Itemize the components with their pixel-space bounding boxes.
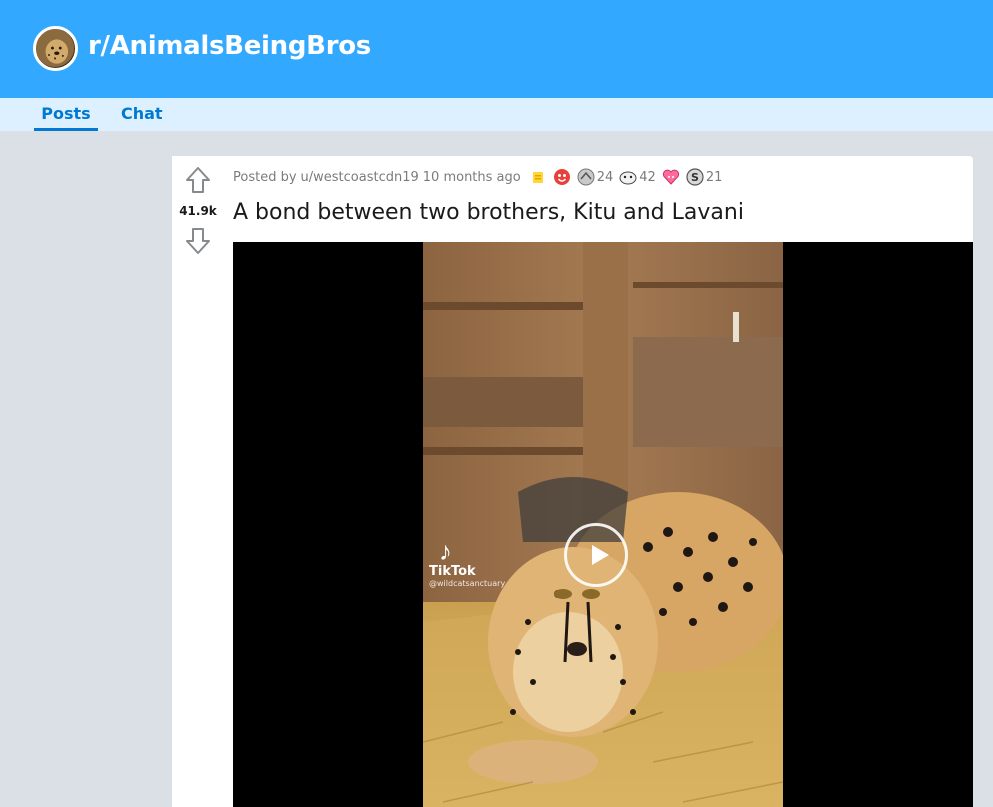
heartwarming-award-icon[interactable]	[662, 168, 680, 186]
tiktok-brand: TikTok	[429, 564, 476, 579]
subreddit-avatar[interactable]	[33, 26, 78, 71]
tab-chat[interactable]: Chat	[121, 98, 163, 131]
wholesome-award-icon[interactable]	[577, 168, 595, 186]
subreddit-banner: r/AnimalsBeingBros	[0, 0, 993, 98]
pinned-badge-icon	[529, 168, 547, 186]
take-my-energy-award-icon[interactable]	[619, 168, 637, 186]
video-frame[interactable]: ♪ TikTok @wildcatsanctuary	[423, 242, 783, 807]
subreddit-tabs: Posts Chat	[0, 98, 993, 131]
play-button-icon[interactable]	[564, 523, 628, 587]
post-author[interactable]: u/westcoastcdn19	[301, 170, 419, 185]
downvote-arrow-icon[interactable]	[185, 227, 211, 255]
vote-score: 41.9k	[179, 204, 217, 218]
tiktok-logo-icon: ♪	[439, 536, 452, 566]
vote-column: 41.9k	[172, 156, 224, 807]
post-card[interactable]: 41.9k Posted by u/westcoastcdn19 10 mont…	[172, 156, 973, 807]
award-count-coin: 21	[705, 169, 723, 185]
post-time[interactable]: 10 months ago	[423, 170, 521, 185]
post-meta: Posted by u/westcoastcdn19 10 months ago…	[233, 168, 724, 186]
subreddit-name[interactable]: r/AnimalsBeingBros	[88, 31, 371, 61]
svg-text:S: S	[691, 171, 699, 184]
award-count-silver: 24	[596, 169, 614, 185]
tiktok-handle: @wildcatsanctuary	[429, 579, 506, 588]
tiktok-watermark: ♪ TikTok @wildcatsanctuary	[429, 538, 505, 588]
helpful-award-icon[interactable]	[553, 168, 571, 186]
post-title[interactable]: A bond between two brothers, Kitu and La…	[233, 200, 744, 225]
award-count-energy: 42	[639, 169, 656, 185]
silver-coin-icon[interactable]: S	[686, 168, 704, 186]
meta-prefix: Posted by	[233, 169, 297, 185]
upvote-arrow-icon[interactable]	[185, 166, 211, 194]
video-player[interactable]: ♪ TikTok @wildcatsanctuary	[233, 242, 973, 807]
tab-posts[interactable]: Posts	[34, 98, 98, 131]
